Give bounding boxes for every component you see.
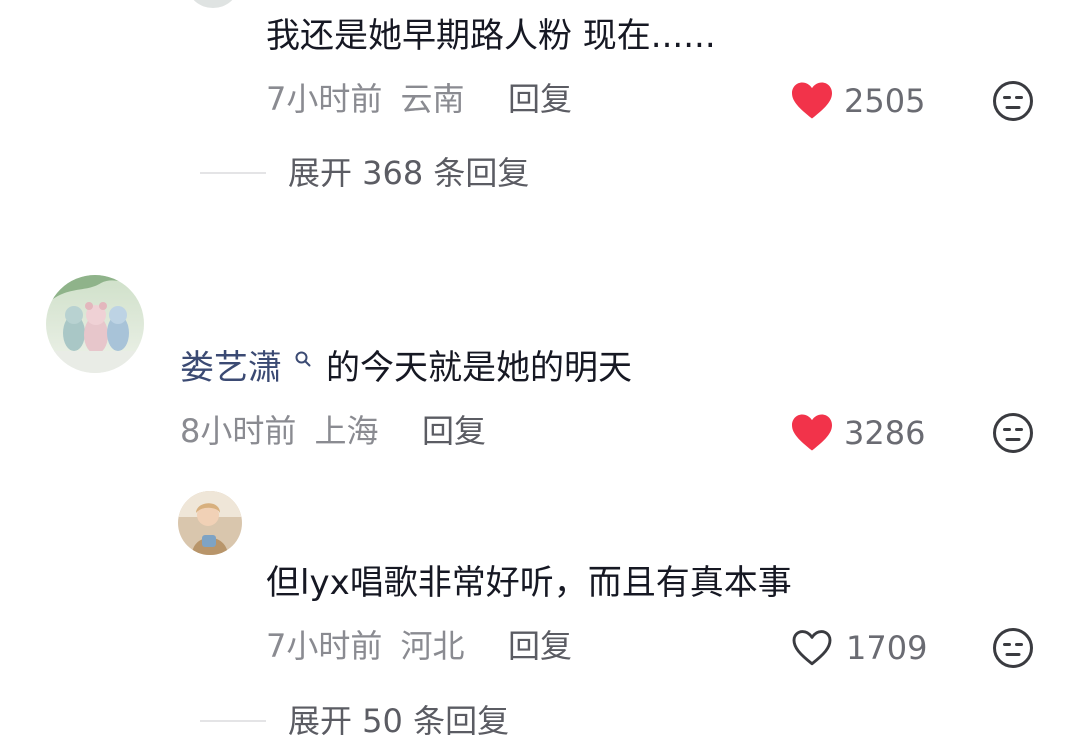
username-text[interactable]: 娄艺潇 — [180, 348, 282, 388]
heart-filled-icon[interactable] — [790, 412, 834, 452]
comment-location: 上海 — [314, 412, 379, 450]
avatar[interactable] — [46, 275, 144, 373]
search-icon[interactable] — [294, 350, 312, 368]
avatar[interactable] — [188, 0, 238, 8]
comment-time: 7小时前 — [266, 80, 383, 118]
comment-meta: 8小时前 上海 — [180, 412, 379, 450]
comment-text: 但lyx唱歌非常好听，而且有真本事 — [266, 563, 792, 603]
heart-outline-icon[interactable] — [790, 627, 834, 667]
expand-replies-button[interactable]: 展开 368 条回复 — [288, 154, 529, 192]
comment-meta: 7小时前 云南 — [266, 80, 465, 118]
avatar[interactable] — [178, 491, 242, 555]
reply-button[interactable]: 回复 — [508, 627, 572, 665]
like-count: 1709 — [846, 629, 928, 667]
meh-face-icon[interactable] — [992, 412, 1034, 454]
comment-username[interactable]: 娄艺潇 — [180, 348, 282, 388]
comment-text: 的今天就是她的明天 — [326, 348, 632, 388]
comment-meta: 7小时前 河北 — [266, 627, 465, 665]
heart-filled-icon[interactable] — [790, 80, 834, 120]
reply-button[interactable]: 回复 — [422, 412, 486, 450]
reply-button[interactable]: 回复 — [508, 80, 572, 118]
like-count: 2505 — [844, 82, 926, 120]
meh-face-icon[interactable] — [992, 80, 1034, 122]
comment-location: 云南 — [400, 80, 465, 118]
like-count: 3286 — [844, 414, 926, 452]
comment-time: 8小时前 — [180, 412, 297, 450]
expand-divider — [200, 172, 266, 174]
expand-replies-button[interactable]: 展开 50 条回复 — [288, 702, 509, 740]
expand-divider — [200, 720, 266, 722]
comment-time: 7小时前 — [266, 627, 383, 665]
comment-text: 我还是她早期路人粉 现在...... — [266, 16, 716, 56]
meh-face-icon[interactable] — [992, 627, 1034, 669]
comment-location: 河北 — [400, 627, 465, 665]
